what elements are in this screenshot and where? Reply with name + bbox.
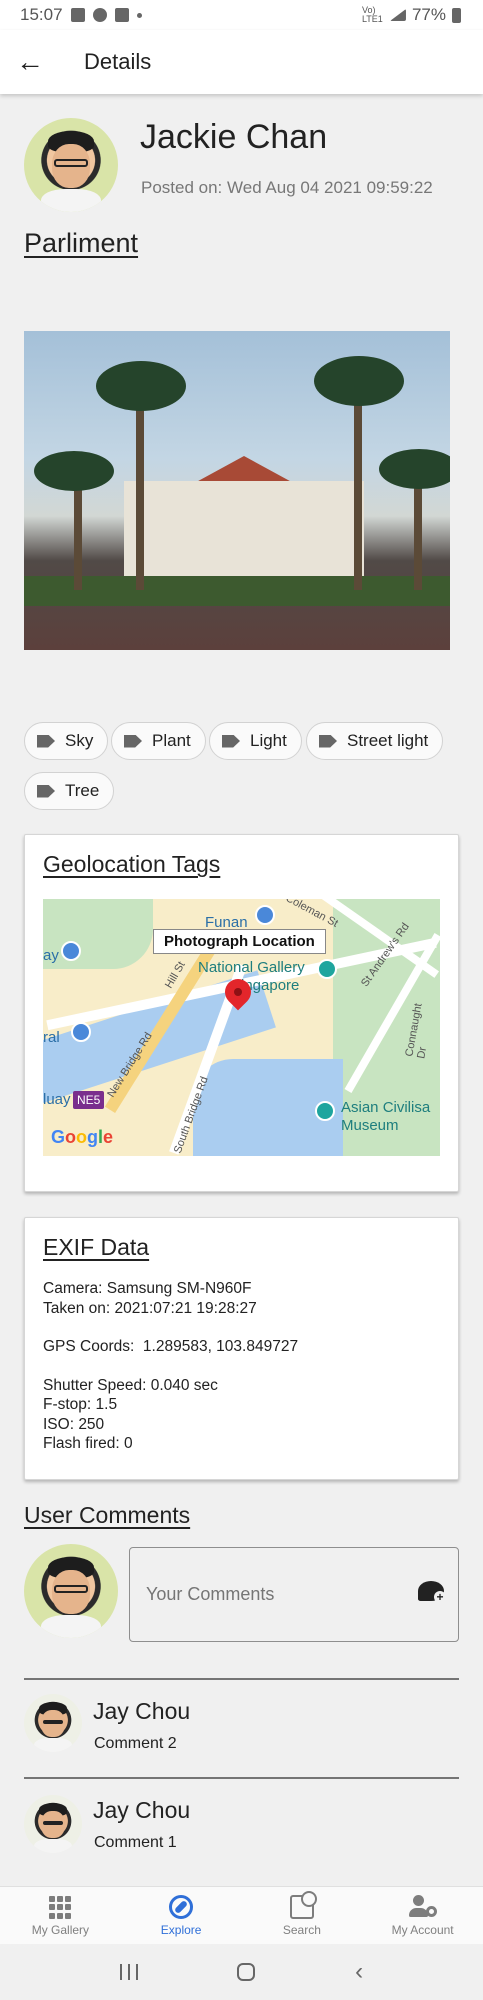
geolocation-title: Geolocation Tags [43, 851, 221, 877]
comment-text: Comment 2 [94, 1735, 177, 1752]
image-search-icon [289, 1891, 317, 1919]
location-map[interactable]: Funan Coleman St National Gallery ingapo… [43, 899, 440, 1156]
nav-label: My Gallery [31, 1923, 90, 1937]
battery-percent: 77% [411, 5, 446, 24]
current-user-avatar [24, 1544, 118, 1638]
exif-flash: Flash fired: 0 [43, 1435, 133, 1452]
commenter-avatar[interactable] [24, 1795, 82, 1853]
google-logo: Google [51, 1127, 114, 1147]
museum-poi-icon [61, 941, 81, 961]
commenter-name: Jay Chou [93, 1698, 191, 1724]
exif-iso: ISO: 250 [43, 1415, 105, 1433]
gallery-poi-icon [317, 959, 337, 979]
tag-label: Sky [65, 731, 94, 750]
map-label: National Gallery [198, 959, 305, 976]
comment-divider [24, 1777, 459, 1779]
tag-icon [37, 734, 55, 748]
tag-label: Light [250, 731, 287, 750]
map-label: Asian Civilisa [341, 1099, 431, 1116]
home-icon[interactable] [237, 1963, 256, 1981]
network-indicator: Vo) LTE1 [361, 5, 383, 24]
tag-chip[interactable]: Street light [306, 722, 444, 760]
comment-text: Comment 1 [94, 1834, 177, 1851]
compass-icon [169, 1895, 194, 1919]
tag-label: Street light [347, 731, 429, 750]
system-back-icon[interactable]: ‹ [355, 1960, 363, 1984]
tag-chip[interactable]: Sky [24, 722, 109, 760]
recents-icon[interactable] [119, 1964, 138, 1980]
page-title: Details [84, 49, 152, 74]
exif-fstop: F-stop: 1.5 [43, 1396, 118, 1413]
account-settings-icon [408, 1895, 437, 1919]
tag-icon [124, 734, 142, 748]
nav-label: Search [282, 1923, 321, 1937]
tag-chip[interactable]: Light [209, 722, 302, 760]
comment-input[interactable] [129, 1547, 459, 1642]
posted-on-text: Posted on: Wed Aug 04 2021 09:59:22 [141, 178, 433, 197]
tag-icon [222, 734, 240, 748]
status-bar: 15:07 Vo) LTE1 77% [0, 0, 483, 30]
dot-icon [136, 12, 142, 18]
status-time: 15:07 [20, 5, 63, 24]
comment-divider [24, 1678, 459, 1680]
gallery-icon [70, 8, 85, 22]
tag-label: Tree [65, 781, 100, 800]
app-bar: ← Details [0, 30, 483, 94]
author-avatar[interactable] [24, 118, 118, 212]
bottom-navigation: My Gallery Explore Search My Account [0, 1886, 483, 1944]
map-label: ral [43, 1029, 60, 1046]
map-label: ay [43, 947, 59, 964]
tag-label: Plant [152, 731, 191, 750]
apps-grid-icon [48, 1895, 72, 1919]
post-photo[interactable] [24, 331, 450, 650]
exif-card: EXIF Data Camera: Samsung SM-N960F Taken… [24, 1217, 459, 1480]
mrt-station-badge: NE5 [73, 1091, 105, 1109]
user-comments-title: User Comments [24, 1502, 191, 1528]
back-button[interactable]: ← [0, 30, 60, 94]
tag-chip[interactable]: Tree [24, 772, 115, 810]
map-label: Museum [341, 1117, 399, 1134]
exif-details: Camera: Samsung SM-N960F Taken on: 2021:… [43, 1279, 298, 1454]
exif-title: EXIF Data [43, 1234, 150, 1260]
a-icon [92, 8, 107, 22]
add-comment-icon[interactable]: + [418, 1581, 446, 1603]
museum-poi-icon [315, 1101, 335, 1121]
author-name: Jackie Chan [140, 118, 328, 156]
tag-chip[interactable]: Plant [111, 722, 206, 760]
signal-icon [389, 9, 406, 21]
nav-label: My Account [391, 1923, 454, 1937]
nav-explore[interactable]: Explore [121, 1887, 242, 1944]
arrow-left-icon: ← [16, 46, 44, 77]
commenter-avatar[interactable] [24, 1694, 82, 1752]
map-tooltip: Photograph Location [153, 929, 326, 954]
tag-icon [319, 734, 337, 748]
exif-camera: Camera: Samsung SM-N960F [43, 1280, 252, 1297]
post-title: Parliment [24, 228, 139, 258]
chat-icon [114, 8, 129, 22]
map-label: luay [43, 1091, 71, 1108]
nav-label: Explore [160, 1923, 202, 1937]
geolocation-card: Geolocation Tags Funan Coleman St Nation… [24, 834, 459, 1192]
system-navigation-bar: ‹ [0, 1944, 483, 2000]
nav-search[interactable]: Search [242, 1887, 363, 1944]
museum-poi-icon [71, 1022, 91, 1042]
commenter-name: Jay Chou [93, 1797, 191, 1823]
nav-my-account[interactable]: My Account [362, 1887, 483, 1944]
exif-gps: GPS Coords: 1.289583, 103.849727 [43, 1338, 299, 1355]
exif-shutter: Shutter Speed: 0.040 sec [43, 1376, 218, 1394]
battery-icon [452, 7, 461, 23]
nav-my-gallery[interactable]: My Gallery [0, 1887, 121, 1944]
exif-taken-on: Taken on: 2021:07:21 19:28:27 [43, 1299, 257, 1317]
museum-poi-icon [255, 905, 275, 925]
tag-icon [37, 784, 55, 798]
